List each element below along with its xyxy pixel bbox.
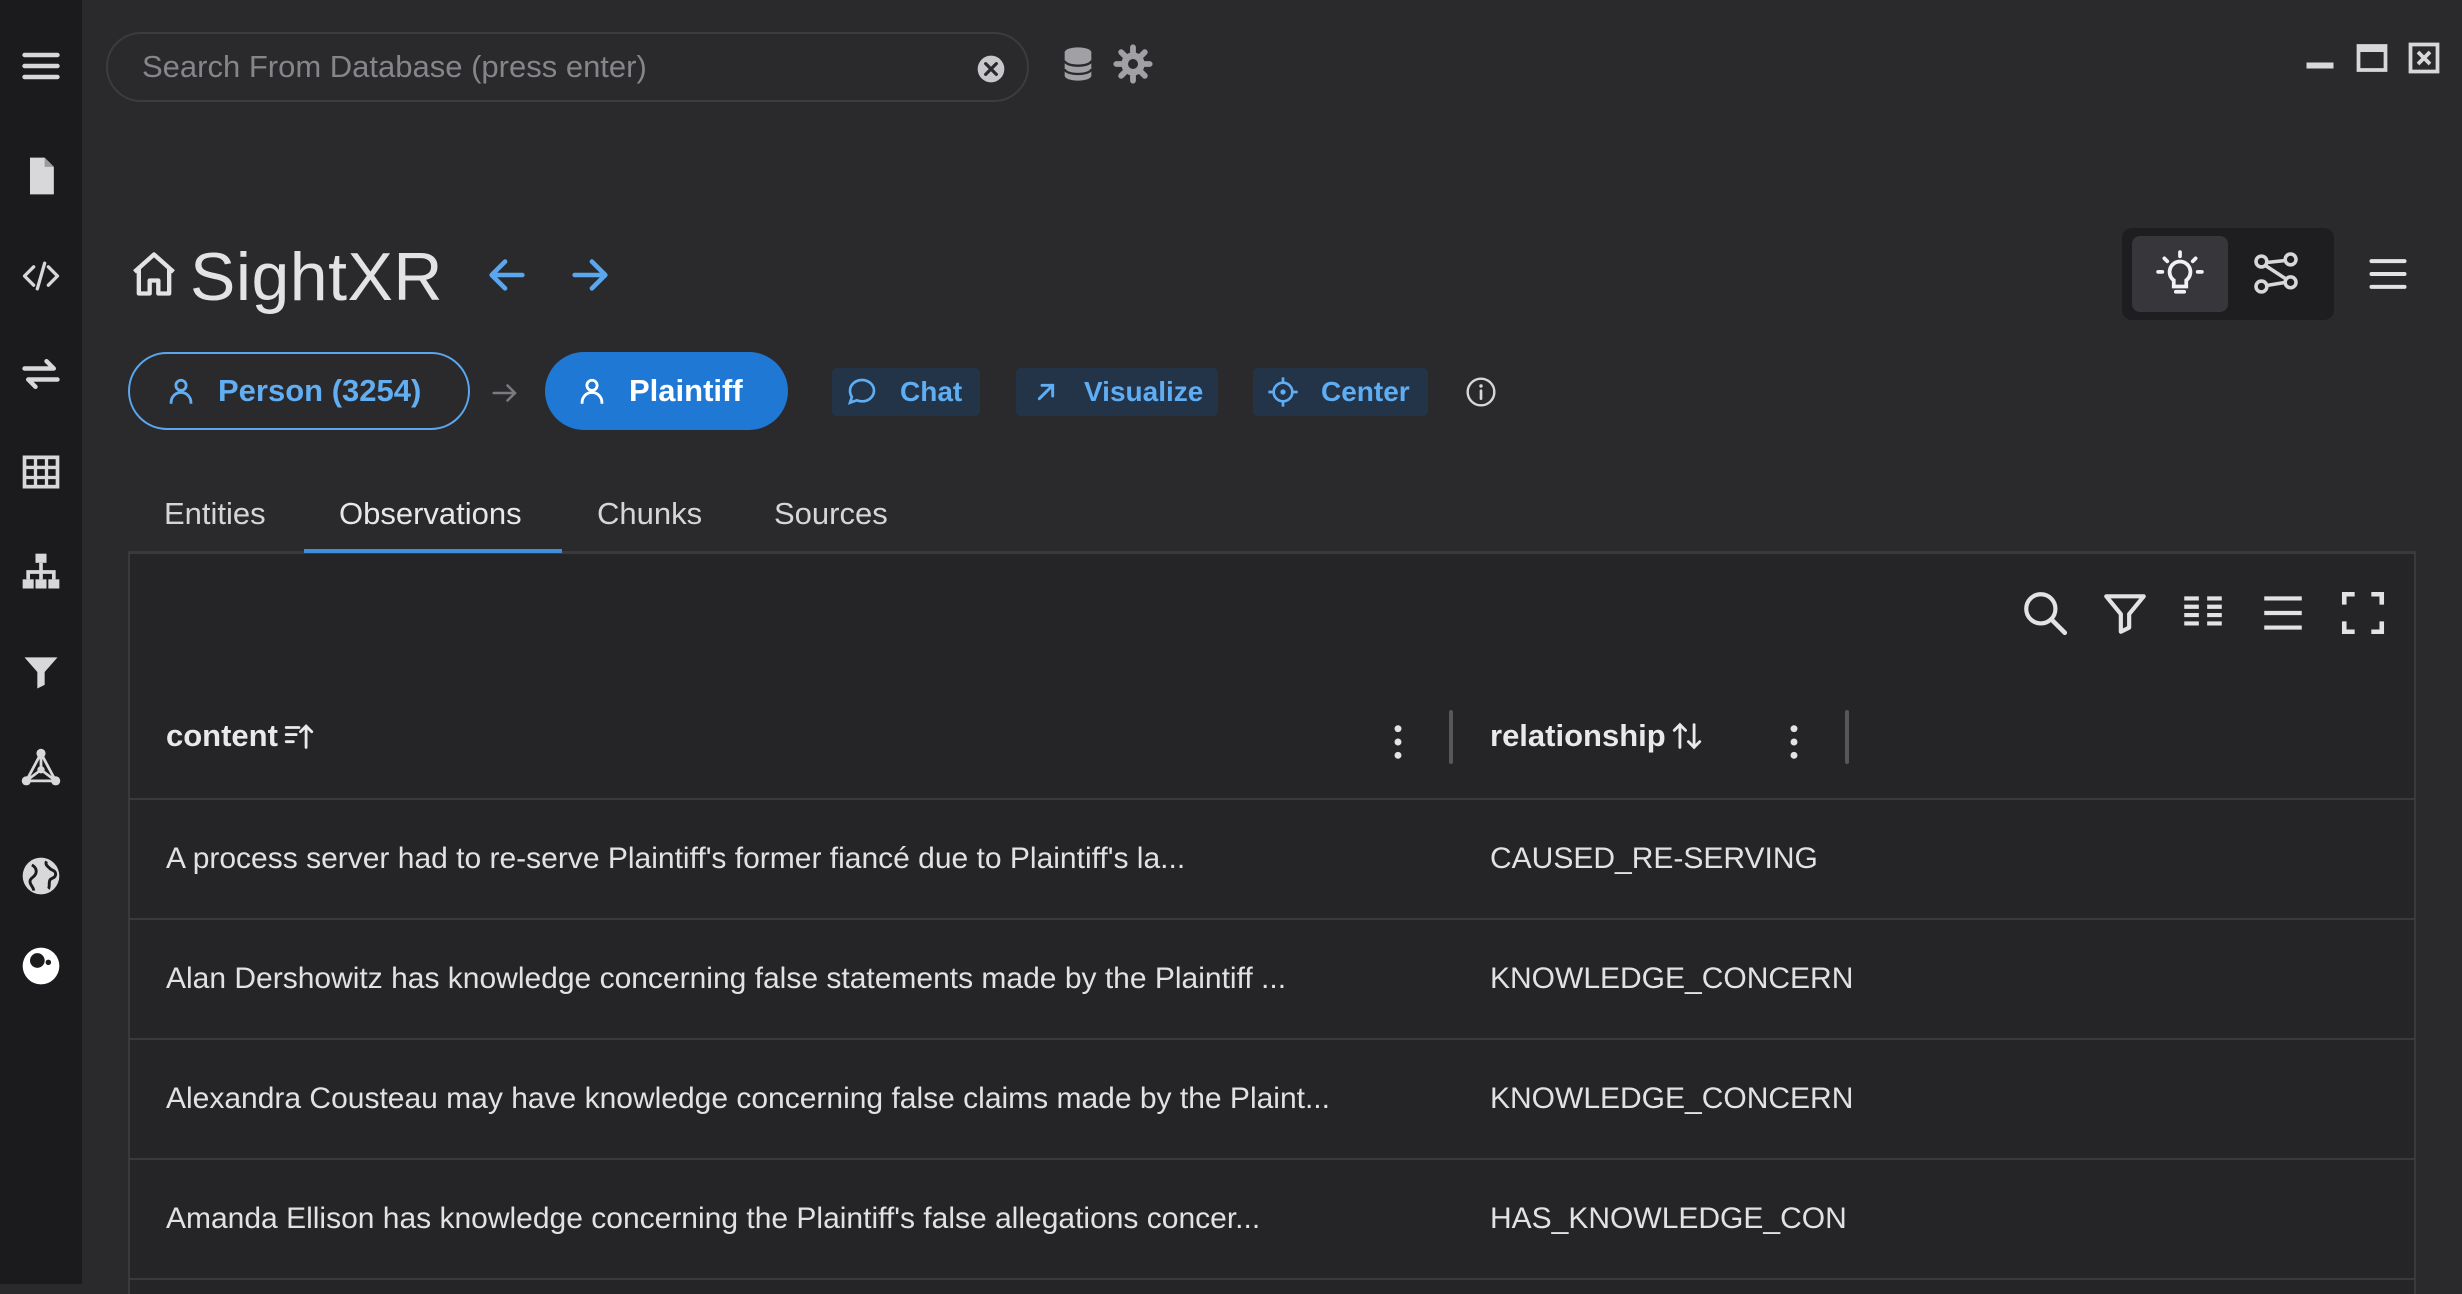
entity-chip[interactable]: Plaintiff	[545, 352, 788, 430]
content-cell: A process server had to re-serve Plainti…	[166, 842, 1186, 875]
relationship-cell: KNOWLEDGE_CONCERN	[1490, 1082, 1854, 1115]
home-icon[interactable]	[128, 248, 180, 300]
minimize-icon[interactable]	[2302, 40, 2338, 76]
breadcrumb-arrow-icon	[492, 384, 517, 402]
insights-toggle[interactable]	[2132, 236, 2228, 312]
table-row[interactable]: Alexandra Cousteau may have knowledge co…	[130, 1040, 2414, 1160]
search-input[interactable]	[108, 49, 928, 85]
column-menu-icon[interactable]	[1382, 720, 1414, 764]
code-icon[interactable]	[17, 252, 65, 300]
fullscreen-icon[interactable]	[2338, 588, 2388, 638]
column-header-relationship[interactable]: relationship	[1490, 718, 1704, 754]
column-resize-handle[interactable]	[1845, 710, 1849, 764]
search-icon[interactable]	[2020, 588, 2070, 638]
search-bar	[106, 32, 1029, 102]
content-cell: Alexandra Cousteau may have knowledge co…	[166, 1082, 1330, 1115]
filter-icon[interactable]	[17, 648, 65, 696]
gear-icon[interactable]	[1113, 44, 1153, 84]
maximize-icon[interactable]	[2354, 40, 2390, 76]
content-cell: Alan Dershowitz has knowledge concerning…	[166, 962, 1287, 995]
relationship-cell: HAS_KNOWLEDGE_CON	[1490, 1202, 1847, 1235]
person-icon	[580, 378, 604, 404]
table-row[interactable]: Amanda Ellison has knowledge concerning …	[130, 1160, 2414, 1280]
chat-bubble-icon	[847, 378, 876, 405]
forward-arrow-icon[interactable]	[567, 252, 613, 298]
observations-table: content relationship A process server ha…	[128, 554, 2416, 1294]
tab-entities[interactable]: Entities	[164, 496, 266, 554]
info-icon[interactable]	[1465, 376, 1497, 408]
arrow-up-right-icon	[1037, 383, 1055, 401]
tab-sources[interactable]: Sources	[774, 496, 888, 554]
column-header-relationship-label: relationship	[1490, 718, 1666, 753]
entity-type-chip[interactable]: Person (3254)	[128, 352, 470, 430]
crosshair-icon	[1268, 377, 1298, 407]
network-graph-icon[interactable]	[17, 744, 65, 792]
lightbulb-icon	[2156, 250, 2204, 294]
center-button[interactable]: Center	[1253, 368, 1428, 416]
filter-icon[interactable]	[2100, 588, 2150, 638]
table-row[interactable]: A process server had to re-serve Plainti…	[130, 800, 2414, 920]
active-tab-indicator	[304, 549, 562, 553]
hamburger-menu-icon[interactable]	[17, 42, 65, 90]
more-menu-icon[interactable]	[2366, 252, 2410, 296]
sort-icon[interactable]	[1670, 719, 1704, 753]
entity-label: Plaintiff	[629, 373, 743, 408]
person-icon	[169, 378, 193, 404]
tab-bar: Entities Observations Chunks Sources	[128, 490, 2416, 554]
chat-button[interactable]: Chat	[832, 368, 980, 416]
column-header-content[interactable]: content	[166, 718, 316, 754]
sort-ascending-icon[interactable]	[282, 719, 316, 753]
column-resize-handle[interactable]	[1449, 710, 1453, 764]
theme-icon[interactable]	[17, 942, 65, 990]
entity-type-label: Person (3254)	[218, 373, 422, 408]
close-window-icon[interactable]	[2406, 40, 2442, 76]
document-icon[interactable]	[17, 152, 65, 200]
view-toggle-group	[2122, 228, 2334, 320]
sidebar	[0, 0, 82, 1284]
relationship-cell: CAUSED_RE-SERVING	[1490, 842, 1818, 875]
visualize-button[interactable]: Visualize	[1016, 368, 1218, 416]
page-title: SightXR	[190, 239, 443, 315]
tab-observations[interactable]: Observations	[339, 496, 522, 554]
column-header-content-label: content	[166, 718, 278, 753]
graph-toggle[interactable]	[2228, 236, 2324, 312]
table-icon[interactable]	[17, 448, 65, 496]
column-menu-icon[interactable]	[1778, 720, 1810, 764]
database-icon[interactable]	[1058, 44, 1098, 84]
content-cell: Amanda Ellison has knowledge concerning …	[166, 1202, 1261, 1235]
tab-chunks[interactable]: Chunks	[597, 496, 702, 554]
columns-icon[interactable]	[2178, 588, 2228, 638]
chat-label: Chat	[900, 376, 963, 407]
transfer-arrows-icon[interactable]	[17, 350, 65, 398]
graph-nodes-icon	[2254, 252, 2298, 294]
back-arrow-icon[interactable]	[484, 252, 530, 298]
clear-search-icon[interactable]	[975, 53, 1007, 85]
relationship-cell: KNOWLEDGE_CONCERN	[1490, 962, 1854, 995]
visualize-label: Visualize	[1084, 376, 1204, 407]
table-row[interactable]: Alan Dershowitz has knowledge concerning…	[130, 920, 2414, 1040]
sitemap-icon[interactable]	[17, 548, 65, 596]
density-icon[interactable]	[2258, 588, 2308, 638]
center-label: Center	[1321, 376, 1410, 407]
globe-icon[interactable]	[17, 852, 65, 900]
